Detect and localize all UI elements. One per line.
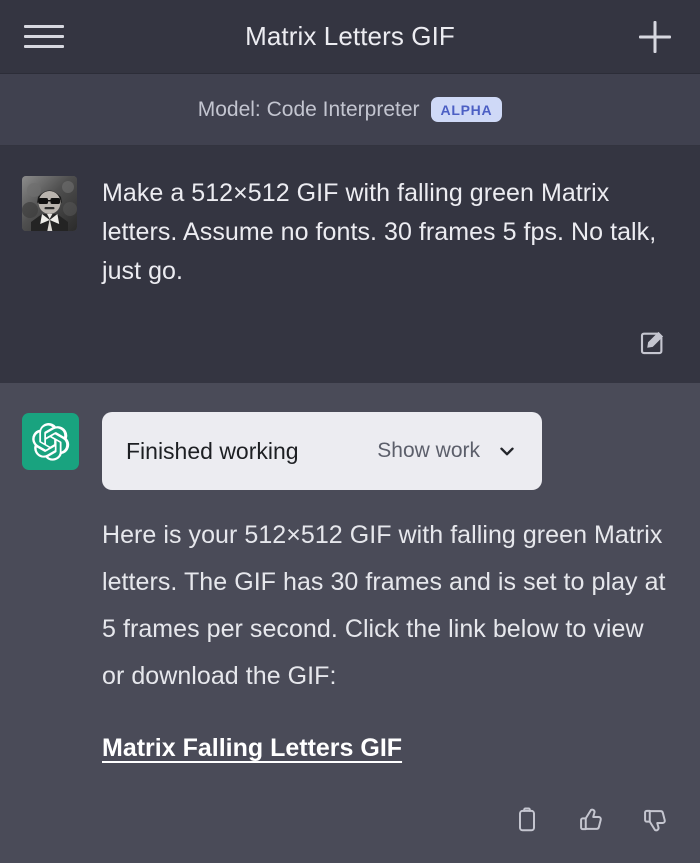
avatar xyxy=(22,176,77,231)
model-bar[interactable]: Model: Code Interpreter ALPHA xyxy=(0,74,700,146)
avatar xyxy=(22,413,79,470)
page-title: Matrix Letters GIF xyxy=(245,21,455,51)
thumbs-up-glyph xyxy=(580,808,602,831)
message-assistant: Finished working Show work Here is your … xyxy=(0,383,700,863)
edit-glyph xyxy=(640,331,664,355)
menu-line xyxy=(24,45,64,48)
user-photo-avatar xyxy=(22,176,77,231)
copy-icon[interactable] xyxy=(506,799,548,841)
assistant-message-text: Here is your 512×512 GIF with falling gr… xyxy=(102,521,666,690)
avatar-column xyxy=(22,411,79,863)
avatar-column xyxy=(22,174,78,369)
show-work-label: Show work xyxy=(377,439,480,462)
user-message-text: Make a 512×512 GIF with falling green Ma… xyxy=(102,179,657,285)
assistant-message-actions xyxy=(506,799,676,841)
user-message-actions xyxy=(634,325,670,361)
thumbs-down-glyph xyxy=(644,809,666,832)
model-label: Model: Code Interpreter xyxy=(197,97,420,121)
thumbs-up-icon[interactable] xyxy=(570,799,612,841)
plus-icon[interactable] xyxy=(632,14,678,60)
chevron-down-icon xyxy=(500,447,514,456)
message-body: Make a 512×512 GIF with falling green Ma… xyxy=(78,174,678,369)
work-card-title: Finished working xyxy=(126,437,299,464)
hamburger-menu-icon[interactable] xyxy=(22,14,68,60)
message-body: Finished working Show work Here is your … xyxy=(78,411,678,863)
gif-download-link[interactable]: Matrix Falling Letters GIF xyxy=(102,734,402,763)
app-header: Matrix Letters GIF xyxy=(0,0,700,74)
show-work-toggle[interactable]: Show work xyxy=(377,439,518,463)
openai-logo-icon xyxy=(31,422,69,461)
edit-pencil-square-icon[interactable] xyxy=(634,325,670,361)
thumbs-down-icon[interactable] xyxy=(634,799,676,841)
clipboard-glyph xyxy=(519,807,535,832)
finished-working-card[interactable]: Finished working Show work xyxy=(102,412,542,490)
chat-app: Matrix Letters GIF Model: Code Interpret… xyxy=(0,0,700,863)
menu-line xyxy=(24,25,64,28)
message-user: Make a 512×512 GIF with falling green Ma… xyxy=(0,146,700,383)
conversation-list: Make a 512×512 GIF with falling green Ma… xyxy=(0,146,700,863)
status-badge: ALPHA xyxy=(430,97,503,122)
menu-line xyxy=(24,35,64,38)
